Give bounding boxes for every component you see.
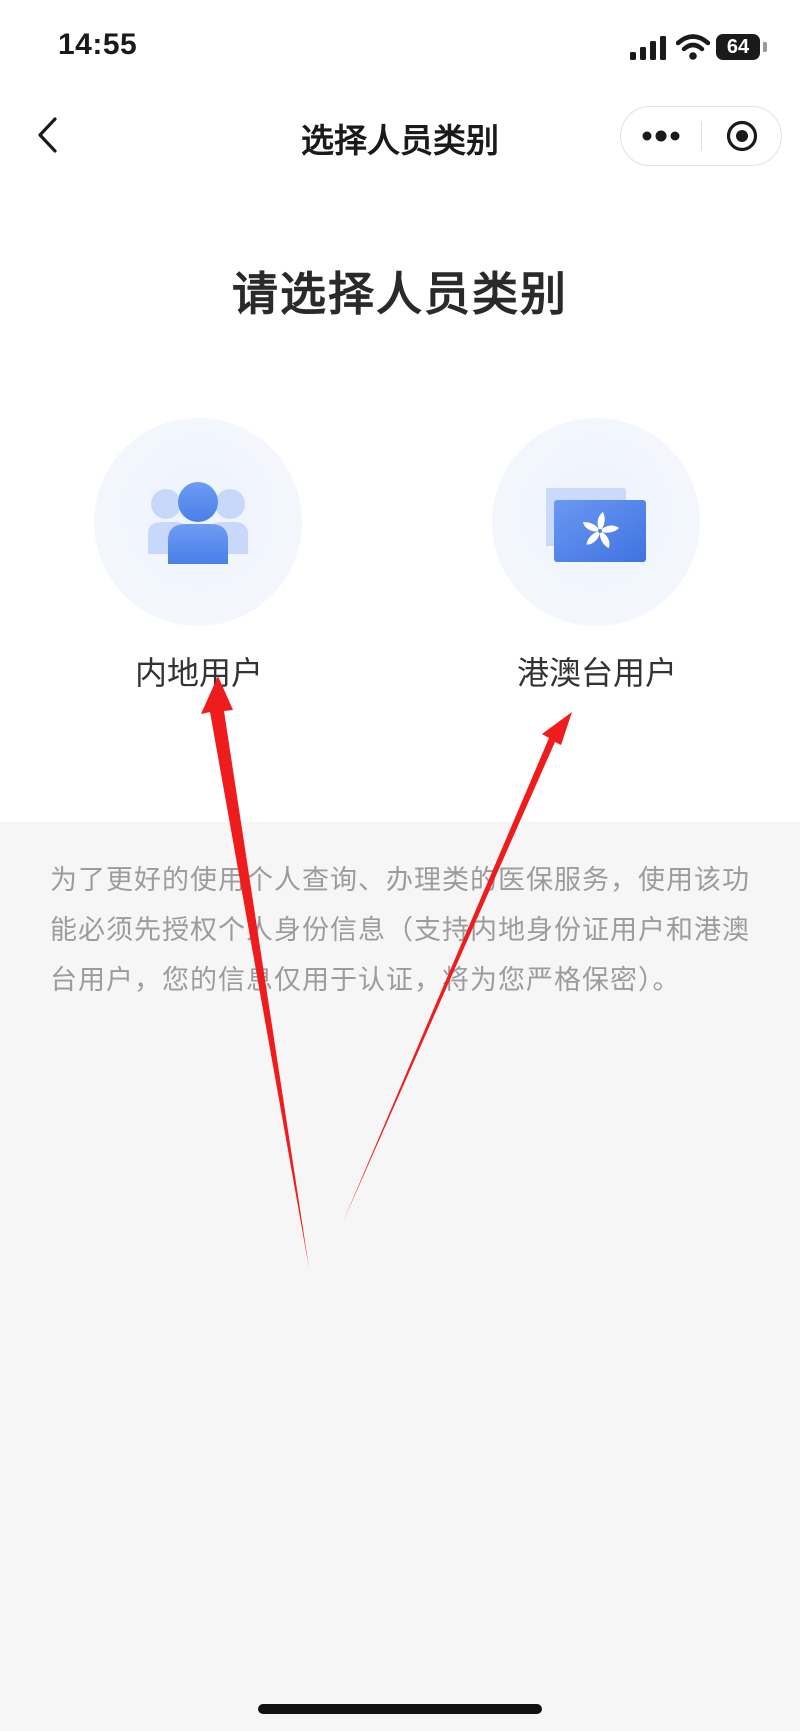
more-dots-icon bbox=[642, 130, 680, 142]
option-mainland-user[interactable]: 内地用户 bbox=[84, 418, 314, 698]
battery-level: 64 bbox=[716, 34, 760, 60]
privacy-notice: 为了更好的使用个人查询、办理类的医保服务，使用该功能必须先授权个人身份信息（支持… bbox=[50, 865, 750, 996]
page-heading: 请选择人员类别 bbox=[232, 267, 568, 321]
status-time: 14:55 bbox=[58, 28, 138, 61]
signal-icon bbox=[630, 36, 666, 60]
close-mini-program-button[interactable] bbox=[702, 107, 781, 165]
battery-icon: 64 bbox=[716, 34, 768, 62]
option-icon-circle bbox=[492, 418, 700, 626]
target-close-icon bbox=[726, 120, 757, 152]
battery-cap bbox=[763, 42, 767, 52]
hk-flag-card-icon bbox=[546, 488, 646, 562]
wifi-icon bbox=[676, 34, 710, 60]
option-hkmt-user[interactable]: 港澳台用户 bbox=[482, 418, 712, 698]
option-icon-circle bbox=[94, 418, 302, 626]
more-button[interactable] bbox=[621, 107, 701, 165]
status-bar: 14:55 64 bbox=[0, 0, 800, 96]
home-indicator bbox=[258, 1704, 542, 1714]
option-label: 内地用户 bbox=[134, 654, 263, 692]
nav-bar: 选择人员类别 bbox=[0, 96, 800, 176]
mini-program-capsule bbox=[620, 106, 782, 166]
option-label: 港澳台用户 bbox=[516, 654, 677, 692]
users-icon bbox=[148, 482, 248, 564]
